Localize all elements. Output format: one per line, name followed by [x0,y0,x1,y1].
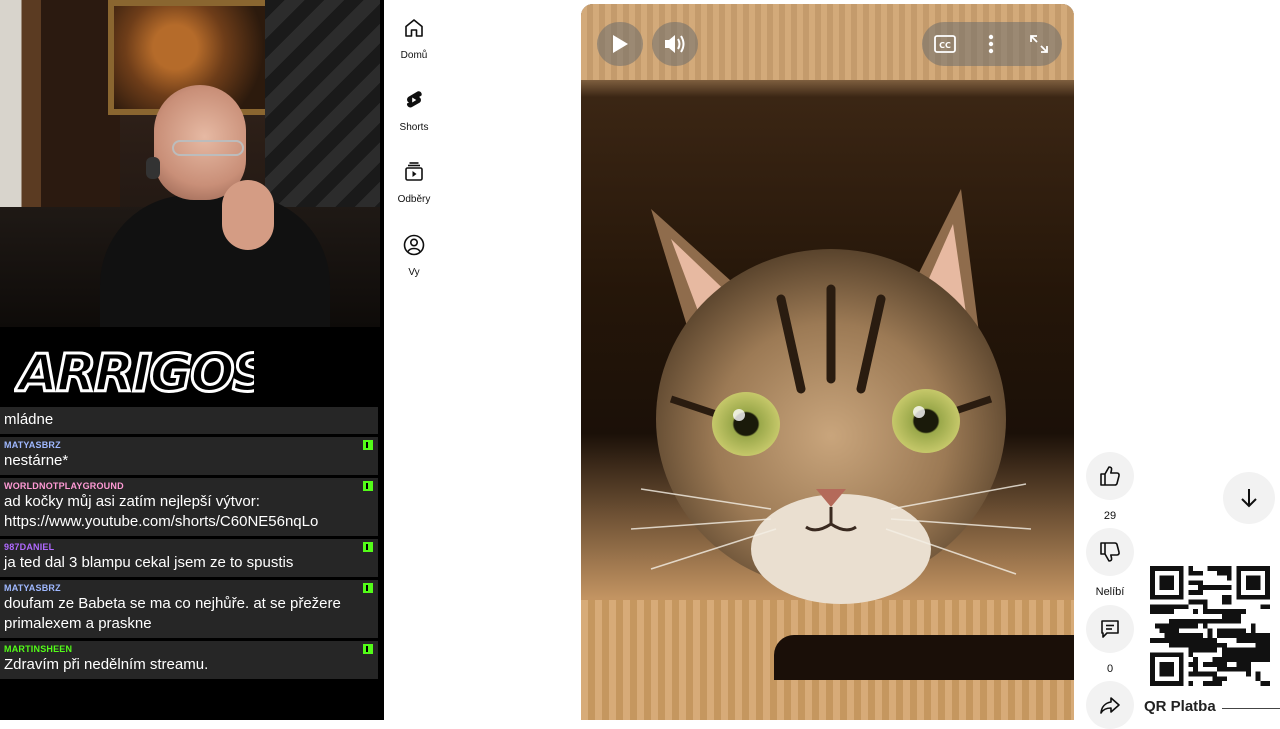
like-button[interactable] [1086,452,1134,500]
shorts-player[interactable]: CC [581,4,1074,720]
nav-item-shorts[interactable]: Shorts [384,88,444,135]
chat-message: mládne [0,407,378,434]
dislike-label: Nelíbí [1095,586,1125,598]
qr-payment-label: QR Platba [1144,698,1216,715]
kick-badge-icon [363,440,373,450]
chat-list: mládne MATYASBRZ nestárne* WORLDNOTPLAYGROU… [0,407,378,682]
share-icon [1100,697,1120,714]
kick-badge-icon [363,644,373,654]
play-button[interactable] [597,22,643,66]
cat-image [631,189,1031,604]
comments-action: 0 [1086,605,1134,675]
kick-badge-icon [363,583,373,593]
more-vert-icon [988,34,994,54]
kick-badge-icon [363,481,373,491]
arrigos-logo: ARRIGOS [14,343,254,404]
player-top-right-controls: CC [922,22,1062,66]
chat-username: WORLDNOTPLAYGROUND [4,481,124,491]
streamer [100,85,330,327]
svg-text:ARRIGOS: ARRIGOS [14,344,254,403]
comments-button[interactable] [1086,605,1134,653]
chat-text: Zdravím při nedělním streamu. [4,656,209,673]
video-frame [581,4,1074,720]
play-icon [613,35,628,53]
chat-text: doufam ze Babeta se ma co nejhůře. at se… [4,595,341,632]
chat-text: nestárne* [4,452,69,469]
home-icon [405,19,423,37]
share-action [1086,681,1134,729]
captions-button[interactable]: CC [934,35,956,53]
more-options-button[interactable] [988,34,994,54]
nav-item-you[interactable]: Vy [384,233,444,280]
arrow-down-icon [1241,489,1257,508]
you-icon [403,234,425,256]
thumb-down-icon [1100,542,1120,562]
dislike-button[interactable] [1086,528,1134,576]
nav-label-home: Domů [400,50,428,61]
like-action: 29 [1086,452,1134,522]
next-video-button[interactable] [1223,472,1275,524]
chat-message: MATYASBRZ nestárne* [0,437,378,475]
shorts-icon [406,91,422,108]
subscriptions-icon [405,162,423,181]
comment-icon [1101,620,1119,638]
qr-divider [1222,708,1280,709]
captions-icon: CC [934,35,956,53]
nav-rail: Domů Shorts Odběry Vy [384,0,444,720]
chat-username: MARTINSHEEN [4,644,73,654]
stream-overlay: ARRIGOS mládne MATYASBRZ nestárne* WORLDNOT… [0,0,384,720]
share-button[interactable] [1086,681,1134,729]
nav-label-subscriptions: Odběry [397,194,431,205]
webcam-acoustic-foam [265,0,380,230]
thumb-up-icon [1100,466,1120,486]
chat-username: MATYASBRZ [4,583,61,593]
like-count: 29 [1103,510,1117,522]
fullscreen-icon [1030,35,1048,53]
nav-item-home[interactable]: Domů [384,16,444,63]
chat-text: ja ted dal 3 blampu cekal jsem ze to spu… [4,554,294,571]
nav-item-subscriptions[interactable]: Odběry [384,160,444,207]
chat-text: ad kočky můj asi zatím nejlepší výtvor: … [4,493,319,530]
chat-text: mládne [4,411,54,428]
channel-logo: ARRIGOS [0,327,384,407]
nav-label-shorts: Shorts [399,122,429,133]
volume-button[interactable] [652,22,698,66]
chat-message: WORLDNOTPLAYGROUND ad kočky můj asi zatím… [0,478,378,536]
kick-badge-icon [363,542,373,552]
qr-code [1150,566,1270,686]
volume-icon [665,35,685,53]
fullscreen-button[interactable] [1029,34,1049,54]
chat-message: 987DANIEL ja ted dal 3 blampu cekal jsem … [0,539,378,577]
nav-label-you: Vy [408,267,420,278]
webcam-feed [0,0,380,327]
chat-username: 987DANIEL [4,542,55,552]
comment-count: 0 [1106,663,1114,675]
dislike-action: Nelíbí [1086,528,1134,598]
chat-message: MARTINSHEEN Zdravím při nedělním streamu. [0,641,378,679]
svg-text:CC: CC [939,41,951,50]
chat-message: MATYASBRZ doufam ze Babeta se ma co nejhů… [0,580,378,638]
chat-username: MATYASBRZ [4,440,61,450]
